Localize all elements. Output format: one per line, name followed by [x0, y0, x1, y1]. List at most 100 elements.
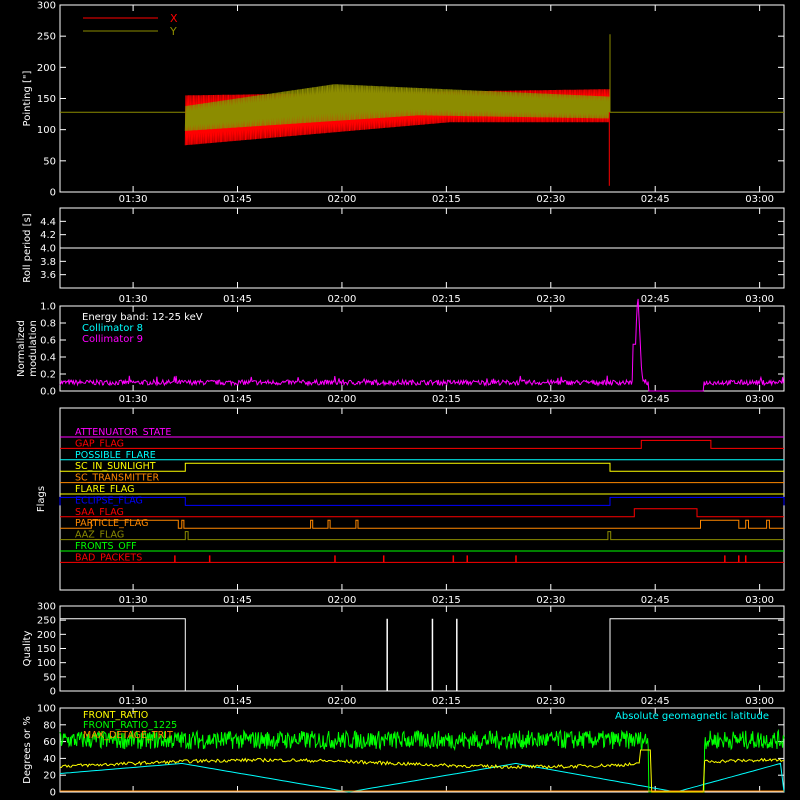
- y-tick-label: 0: [50, 687, 56, 698]
- flags-panel: 01:30 01:45 02:00 02:15 02:30 02:45 03:00 Flags…: [36, 407, 785, 606]
- x-tick-label: 02:45: [641, 595, 670, 606]
- x-tick-label: 03:00: [745, 194, 774, 205]
- quality-panel: 01:30 01:45 02:00 02:15 02:30 02:45 03:00 0 50 10…: [22, 602, 785, 707]
- y-axis-label: Normalized: [16, 320, 27, 377]
- x-tick-label: 01:30: [119, 394, 148, 405]
- x-tick-label: 02:00: [328, 696, 357, 707]
- x-tick-label: 01:45: [223, 194, 252, 205]
- modulation-annotation: Energy band: 12-25 keV: [82, 312, 203, 323]
- flag-line: [60, 508, 784, 518]
- geomagnetic-panel: 020406080100Degrees or %FRONT_RATIOFRONT…: [22, 704, 785, 799]
- y-tick-label: 50: [43, 672, 56, 683]
- x-tick-label: 01:30: [119, 595, 148, 606]
- x-tick-label: 02:15: [432, 294, 461, 305]
- y-axis-label: Quality: [22, 631, 33, 667]
- y-axis-label: Flags: [36, 486, 47, 512]
- x-tick-label: 03:00: [745, 696, 774, 707]
- flag-line: [60, 519, 784, 529]
- x-tick-label: 02:30: [536, 194, 565, 205]
- y-tick-label: 300: [37, 1, 56, 12]
- y-tick-label: 150: [37, 644, 56, 655]
- geomag-annotation: Absolute geomagnetic latitude: [615, 711, 769, 722]
- y-tick-label: 0: [50, 188, 56, 199]
- x-tick-label: 02:15: [432, 595, 461, 606]
- y-tick-label: 50: [43, 156, 56, 167]
- x-tick-label: 02:30: [536, 595, 565, 606]
- y-tick-label: 0.0: [40, 387, 56, 398]
- y-tick-label: 4.4: [40, 217, 56, 228]
- flag-label: AAZ_FLAG: [75, 530, 124, 541]
- x-tick-label: 02:45: [641, 696, 670, 707]
- y-axis-label: Roll period [s]: [22, 213, 33, 282]
- modulation-annotation: Collimator 9: [82, 334, 143, 345]
- x-tick-label: 02:30: [536, 294, 565, 305]
- x-tick-label: 02:00: [328, 194, 357, 205]
- y-tick-label: 150: [37, 94, 56, 105]
- x-tick-label: 02:15: [432, 696, 461, 707]
- y-tick-label: 80: [43, 720, 56, 731]
- y-tick-label: 1.0: [40, 302, 56, 313]
- x-tick-label: 01:45: [223, 294, 252, 305]
- x-tick-label: 02:00: [328, 394, 357, 405]
- y-tick-label: 0.2: [40, 370, 56, 381]
- flag-label: FLARE_FLAG: [75, 484, 135, 495]
- x-tick-label: 02:15: [432, 194, 461, 205]
- y-tick-label: 20: [43, 771, 56, 782]
- roll-period-panel: 01:30 01:45 02:00 02:15 02:30 02:45 03:00 3.6 3.…: [22, 207, 785, 305]
- quality-line: [60, 618, 784, 692]
- flag-label: POSSIBLE_FLARE: [75, 450, 156, 461]
- y-tick-label: 0.6: [40, 336, 56, 347]
- x-tick-label: 01:30: [119, 294, 148, 305]
- pointing-panel: 01:30 01:45 02:00 02:15 02:30 02:45 03:00 0 50 10…: [22, 1, 785, 205]
- flag-label: FRONTS_OFF: [75, 541, 137, 552]
- y-tick-label: 0.4: [40, 353, 56, 364]
- y-tick-label: 100: [37, 704, 56, 715]
- y-tick-label: 0.8: [40, 319, 56, 330]
- flag-label: BAD_PACKETS: [75, 552, 142, 563]
- legend-label: Y: [169, 25, 177, 38]
- flag-label: SC_IN_SUNLIGHT: [75, 461, 156, 472]
- x-tick-label: 03:00: [745, 394, 774, 405]
- x-tick-label: 02:45: [641, 294, 670, 305]
- x-tick-label: 02:00: [328, 294, 357, 305]
- x-tick-label: 03:00: [745, 595, 774, 606]
- modulation-panel: 01:30 01:45 02:00 02:15 02:30 02:45 03:00 0.0 0.…: [16, 298, 785, 405]
- flag-line: [60, 462, 784, 472]
- y-tick-label: 60: [43, 737, 56, 748]
- geomag-latitude-line: [59, 762, 785, 793]
- x-tick-label: 03:00: [745, 294, 774, 305]
- x-tick-label: 01:30: [119, 696, 148, 707]
- flag-label: ATTENUATOR_STATE: [75, 427, 171, 438]
- x-tick-label: 01:45: [223, 394, 252, 405]
- y-tick-label: 200: [37, 63, 56, 74]
- y-axis-label: Degrees or %: [22, 716, 33, 784]
- x-tick-label: 01:30: [119, 194, 148, 205]
- y-tick-label: 300: [37, 602, 56, 613]
- y-tick-label: 100: [37, 125, 56, 136]
- legend-label: MAX_DETAGE_TRIT: [83, 730, 173, 741]
- y-tick-label: 250: [37, 616, 56, 627]
- x-tick-label: 01:45: [223, 595, 252, 606]
- flag-line: [60, 439, 784, 449]
- flag-line: [59, 496, 785, 506]
- x-tick-label: 02:30: [536, 394, 565, 405]
- y-tick-label: 250: [37, 32, 56, 43]
- y-tick-label: 4.2: [40, 230, 56, 241]
- x-tick-label: 01:45: [223, 696, 252, 707]
- x-tick-label: 02:45: [641, 194, 670, 205]
- y-tick-label: 40: [43, 754, 56, 765]
- modulation-annotation: Collimator 8: [82, 323, 143, 334]
- chart-stage: 01:30 01:45 02:00 02:15 02:30 02:45 03:00 0 50 10…: [16, 1, 785, 799]
- x-tick-label: 02:15: [432, 394, 461, 405]
- x-tick-label: 02:00: [328, 595, 357, 606]
- flag-label: SAA_FLAG: [75, 507, 124, 518]
- legend-label: X: [170, 12, 178, 25]
- flag-line: [60, 531, 784, 541]
- y-axis-label: modulation: [28, 320, 39, 377]
- flag-label: SC_TRANSMITTER: [75, 473, 160, 484]
- x-tick-label: 02:45: [641, 394, 670, 405]
- front-ratio-line: [59, 749, 784, 793]
- x-tick-label: 02:30: [536, 696, 565, 707]
- y-tick-label: 0: [50, 788, 56, 799]
- y-axis-label: Pointing ["]: [22, 70, 33, 126]
